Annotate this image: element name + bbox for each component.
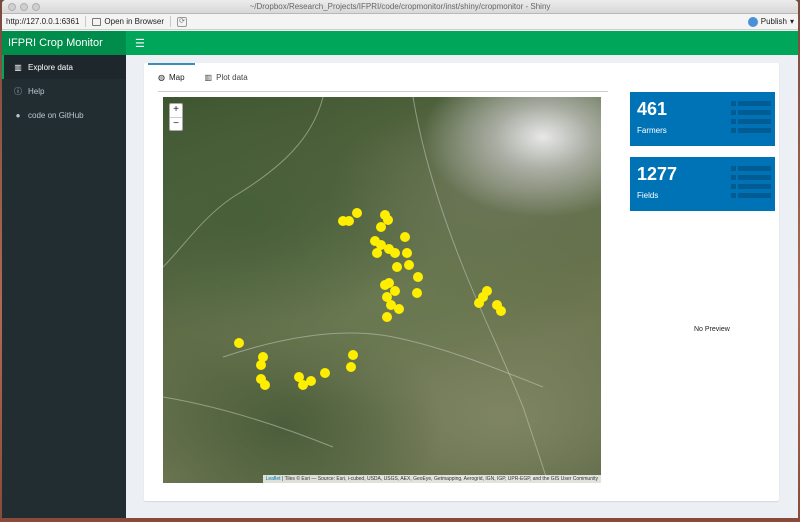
window-titlebar: ~/Dropbox/Research_Projects/IFPRI/code/c… <box>2 0 798 14</box>
open-in-browser-label: Open in Browser <box>104 17 164 26</box>
field-marker[interactable] <box>256 360 266 370</box>
bar-chart-icon: ▥ <box>204 72 213 82</box>
field-marker[interactable] <box>346 362 356 372</box>
main-content: ◍ Map ▥ Plot data + − Leaflet | Tiles © … <box>126 55 798 518</box>
field-marker[interactable] <box>474 298 484 308</box>
field-marker[interactable] <box>320 368 330 378</box>
field-marker[interactable] <box>496 306 506 316</box>
farmers-label: Farmers <box>637 126 667 135</box>
map-attribution: Leaflet | Tiles © Esri — Source: Esri, i… <box>262 475 601 483</box>
refresh-icon[interactable]: ⟳ <box>177 16 187 27</box>
field-marker[interactable] <box>383 215 393 225</box>
app-window: ~/Dropbox/Research_Projects/IFPRI/code/c… <box>2 0 798 518</box>
field-marker[interactable] <box>234 338 244 348</box>
open-in-browser-button[interactable]: Open in Browser <box>92 17 164 26</box>
tab-map[interactable]: ◍ Map <box>148 63 195 89</box>
field-marker[interactable] <box>412 288 422 298</box>
window-controls <box>8 3 40 11</box>
field-marker[interactable] <box>400 232 410 242</box>
tab-bar: ◍ Map ▥ Plot data <box>144 63 779 89</box>
leaflet-map[interactable]: + − Leaflet | Tiles © Esri — Source: Esr… <box>163 97 601 483</box>
field-marker[interactable] <box>338 216 348 226</box>
list-icon <box>731 101 771 133</box>
tab-label: Plot data <box>216 72 248 82</box>
github-icon: ● <box>15 110 21 120</box>
field-marker[interactable] <box>390 248 400 258</box>
value-box-farmers: 461 Farmers <box>630 92 775 146</box>
field-marker[interactable] <box>352 208 362 218</box>
viewer-toolbar: http://127.0.0.1:6361 Open in Browser ⟳ … <box>2 14 798 30</box>
farmers-count: 461 <box>637 99 668 119</box>
map-terrain-lines <box>163 97 549 483</box>
sidebar-item-explore-data[interactable]: ▥ Explore data <box>2 55 126 79</box>
list-icon <box>731 166 771 198</box>
field-marker[interactable] <box>372 248 382 258</box>
publish-icon <box>747 16 758 27</box>
tab-underline <box>158 91 608 92</box>
field-marker[interactable] <box>402 248 412 258</box>
sidebar-item-label: Help <box>28 86 45 96</box>
app-title[interactable]: IFPRI Crop Monitor <box>2 31 126 55</box>
info-icon: ⓘ <box>14 86 22 96</box>
tab-box: ◍ Map ▥ Plot data + − Leaflet | Tiles © … <box>144 63 779 501</box>
sidebar-item-label: Explore data <box>28 62 73 72</box>
address-text[interactable]: http://127.0.0.1:6361 <box>6 17 79 26</box>
window-title: ~/Dropbox/Research_Projects/IFPRI/code/c… <box>249 2 551 11</box>
zoom-out-button[interactable]: − <box>170 117 182 130</box>
app-header: IFPRI Crop Monitor ☰ <box>2 31 798 55</box>
field-marker[interactable] <box>394 304 404 314</box>
bar-chart-icon: ▥ <box>14 62 22 72</box>
field-marker[interactable] <box>392 262 402 272</box>
field-marker[interactable] <box>380 280 390 290</box>
leaflet-link[interactable]: Leaflet <box>266 476 281 482</box>
field-marker[interactable] <box>306 376 316 386</box>
field-marker[interactable] <box>404 260 414 270</box>
fields-count: 1277 <box>637 164 678 184</box>
publish-button[interactable]: Publish ▾ <box>747 16 794 27</box>
close-window-button[interactable] <box>8 3 16 11</box>
fields-label: Fields <box>637 191 659 200</box>
toolbar-divider <box>85 16 87 27</box>
attribution-text: | Tiles © Esri — Source: Esri, i-cubed, … <box>280 476 598 482</box>
field-marker[interactable] <box>260 380 270 390</box>
no-preview-text: No Preview <box>694 326 730 333</box>
field-marker[interactable] <box>382 312 392 322</box>
sidebar: ▥ Explore data ⓘ Help ● code on GitHub <box>2 55 126 518</box>
minimize-window-button[interactable] <box>20 3 28 11</box>
browser-window-icon <box>92 17 102 26</box>
chevron-down-icon: ▾ <box>789 17 794 26</box>
toolbar-divider <box>170 16 171 27</box>
field-marker[interactable] <box>348 350 358 360</box>
field-marker[interactable] <box>482 286 492 296</box>
globe-icon: ◍ <box>158 72 165 82</box>
field-marker[interactable] <box>413 272 423 282</box>
zoom-window-button[interactable] <box>32 3 40 11</box>
tab-label: Map <box>168 72 185 82</box>
hamburger-icon[interactable]: ☰ <box>126 37 145 50</box>
value-box-fields: 1277 Fields <box>630 157 775 211</box>
tab-plot-data[interactable]: ▥ Plot data <box>195 63 258 89</box>
publish-label: Publish <box>760 17 787 26</box>
sidebar-item-label: code on GitHub <box>28 110 84 120</box>
sidebar-item-help[interactable]: ⓘ Help <box>2 79 126 103</box>
zoom-control: + − <box>169 103 183 131</box>
sidebar-item-github[interactable]: ● code on GitHub <box>2 103 126 127</box>
zoom-in-button[interactable]: + <box>170 104 182 117</box>
